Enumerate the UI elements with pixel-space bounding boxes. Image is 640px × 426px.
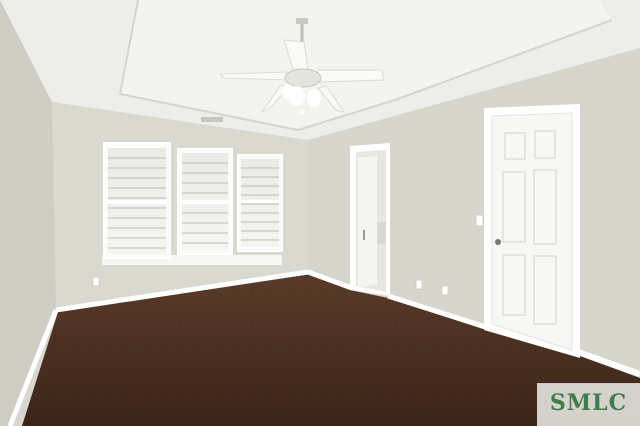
room-photo: SMLC xyxy=(0,0,640,426)
closed-door xyxy=(484,104,580,358)
watermark-text: SMLC xyxy=(549,390,628,416)
wall-outlet xyxy=(92,276,100,287)
ceiling-vent xyxy=(201,117,223,122)
open-doorway xyxy=(350,143,390,296)
light-switch xyxy=(475,214,484,227)
wall-outlet-right xyxy=(415,279,423,290)
watermark-logo: SMLC xyxy=(537,383,640,426)
door-knob xyxy=(495,239,501,245)
window-3 xyxy=(237,154,283,252)
window-2 xyxy=(177,148,233,255)
window-group xyxy=(102,142,283,265)
window-1 xyxy=(103,142,171,259)
room-illustration xyxy=(0,0,640,426)
